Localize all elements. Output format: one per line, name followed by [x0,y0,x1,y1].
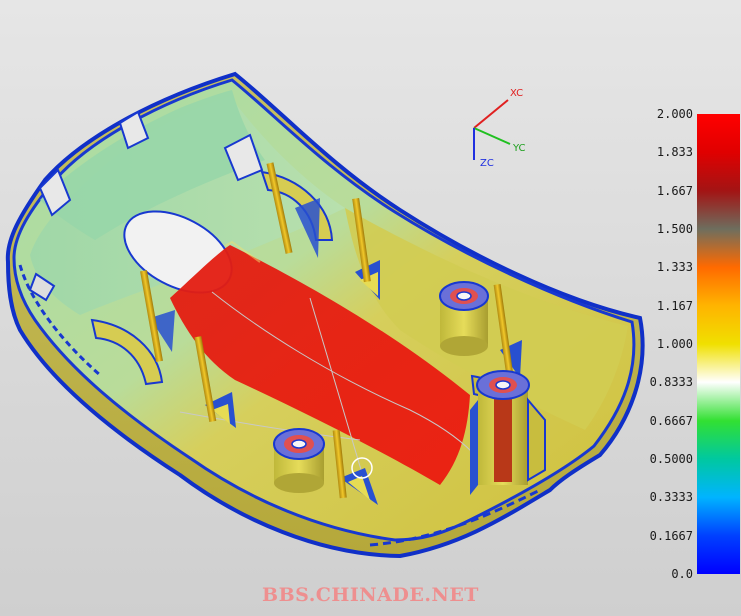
legend-tick-label: 1.333 [656,260,693,275]
axis-label-x: XC [510,88,523,99]
legend-tick-label: 1.000 [656,337,693,351]
axis-label-y: YC [512,143,526,154]
coordinate-triad: XC YC ZC [473,88,526,169]
color-legend-bar [697,114,740,574]
legend-tick-label: 1.667 [656,183,693,198]
legend-tick-label: 1.833 [656,145,693,160]
legend-tick-label: 0.3333 [649,490,693,505]
watermark-text: BBS.CHINADE.NET [262,584,479,606]
legend-tick-label: 0.5000 [649,452,693,466]
legend-tick-label: 0.8333 [649,375,693,390]
legend-tick-label: 1.500 [656,222,693,236]
legend-tick-label: 0.1667 [649,528,693,543]
axis-label-z: ZC [480,158,494,169]
legend-tick-label: 0.6667 [649,413,693,428]
legend-tick-label: 1.167 [656,298,693,313]
legend-tick-label: 0.0 [671,567,693,581]
legend-tick-label: 2.000 [656,107,693,121]
